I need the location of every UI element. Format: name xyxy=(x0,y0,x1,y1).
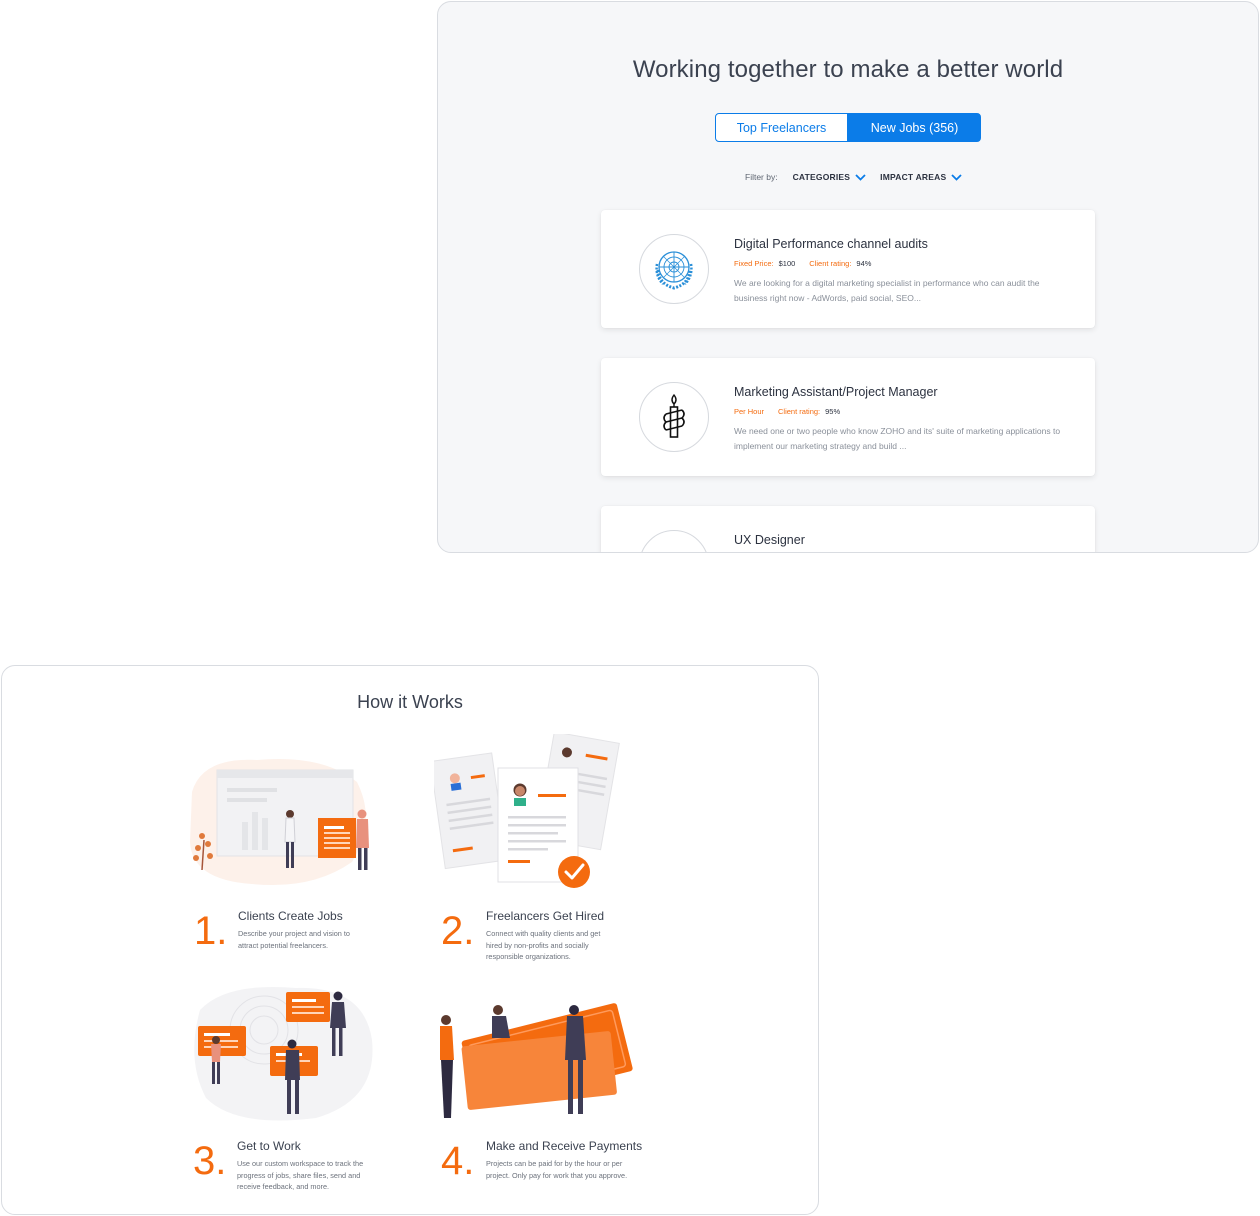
clients-create-jobs-illustration xyxy=(190,758,369,886)
chevron-down-icon xyxy=(855,173,866,181)
price-label: Fixed Price: xyxy=(734,259,774,268)
chevron-down-icon xyxy=(951,173,962,181)
un-emblem-icon xyxy=(655,251,693,290)
rating-label: Client rating: xyxy=(809,259,852,268)
tab-top-freelancers[interactable]: Top Freelancers xyxy=(715,113,848,142)
filter-label: Filter by: xyxy=(745,172,778,182)
rating-value: 95% xyxy=(825,407,841,416)
payments-illustration xyxy=(440,1003,633,1118)
job-description: We are looking for a digital marketing s… xyxy=(734,278,1040,303)
job-card[interactable]: Digital Performance channel audits Fixed… xyxy=(601,210,1095,328)
job-card[interactable]: Marketing Assistant/Project Manager Per … xyxy=(601,358,1095,476)
how-it-works-panel: How it Works 1. Clients Create Jobs Desc… xyxy=(1,665,819,1215)
step-description: Use our custom workspace to track the pr… xyxy=(237,1159,364,1191)
job-title[interactable]: Digital Performance channel audits xyxy=(734,237,928,251)
how-it-works-title: How it Works xyxy=(357,692,463,712)
step-title: Clients Create Jobs xyxy=(238,909,343,923)
step-number: 2. xyxy=(441,909,475,953)
job-card[interactable]: UX Designer xyxy=(601,506,1095,553)
org-logo xyxy=(639,530,709,553)
jobs-panel-title: Working together to make a better world xyxy=(632,56,1064,83)
org-logo xyxy=(639,382,709,452)
job-title[interactable]: UX Designer xyxy=(734,533,805,547)
job-description: We need one or two people who know ZOHO … xyxy=(734,426,1061,451)
step-title: Freelancers Get Hired xyxy=(486,909,605,923)
jobs-panel: Working together to make a better world … xyxy=(437,1,1259,553)
step-description: Describe your project and vision to attr… xyxy=(238,929,350,950)
job-meta: Per Hour Client rating: 95% xyxy=(734,407,854,416)
step-description: Connect with quality clients and get hir… xyxy=(486,929,601,961)
bird-logo-icon xyxy=(654,545,694,553)
tab-group: Top Freelancers New Jobs (356) xyxy=(715,113,981,142)
tab-new-jobs[interactable]: New Jobs (356) xyxy=(848,113,981,142)
freelancers-get-hired-illustration xyxy=(434,734,620,888)
price-value: $100 xyxy=(778,259,796,268)
filter-bar: Filter by: CATEGORIES IMPACT AREAS xyxy=(745,172,976,182)
step-description: Projects can be paid for by the hour or … xyxy=(486,1159,628,1180)
step-number: 3. xyxy=(193,1139,227,1183)
step-number: 1. xyxy=(194,909,228,953)
rating-value: 94% xyxy=(856,259,872,268)
impact-areas-dropdown-label: IMPACT AREAS xyxy=(880,172,947,182)
step-title: Get to Work xyxy=(237,1139,301,1153)
impact-areas-dropdown[interactable]: IMPACT AREAS xyxy=(880,172,962,182)
categories-dropdown-label: CATEGORIES xyxy=(792,172,851,182)
categories-dropdown[interactable]: CATEGORIES xyxy=(793,172,867,182)
price-label: Per Hour xyxy=(734,407,765,416)
org-logo xyxy=(639,234,709,304)
job-meta: Fixed Price: $100 Client rating: 94% xyxy=(734,259,885,268)
step-title: Make and Receive Payments xyxy=(486,1139,643,1153)
step-number: 4. xyxy=(441,1139,475,1183)
amnesty-candle-icon xyxy=(663,393,685,438)
rating-label: Client rating: xyxy=(778,407,821,416)
job-title[interactable]: Marketing Assistant/Project Manager xyxy=(734,385,938,399)
get-to-work-illustration xyxy=(194,986,373,1121)
